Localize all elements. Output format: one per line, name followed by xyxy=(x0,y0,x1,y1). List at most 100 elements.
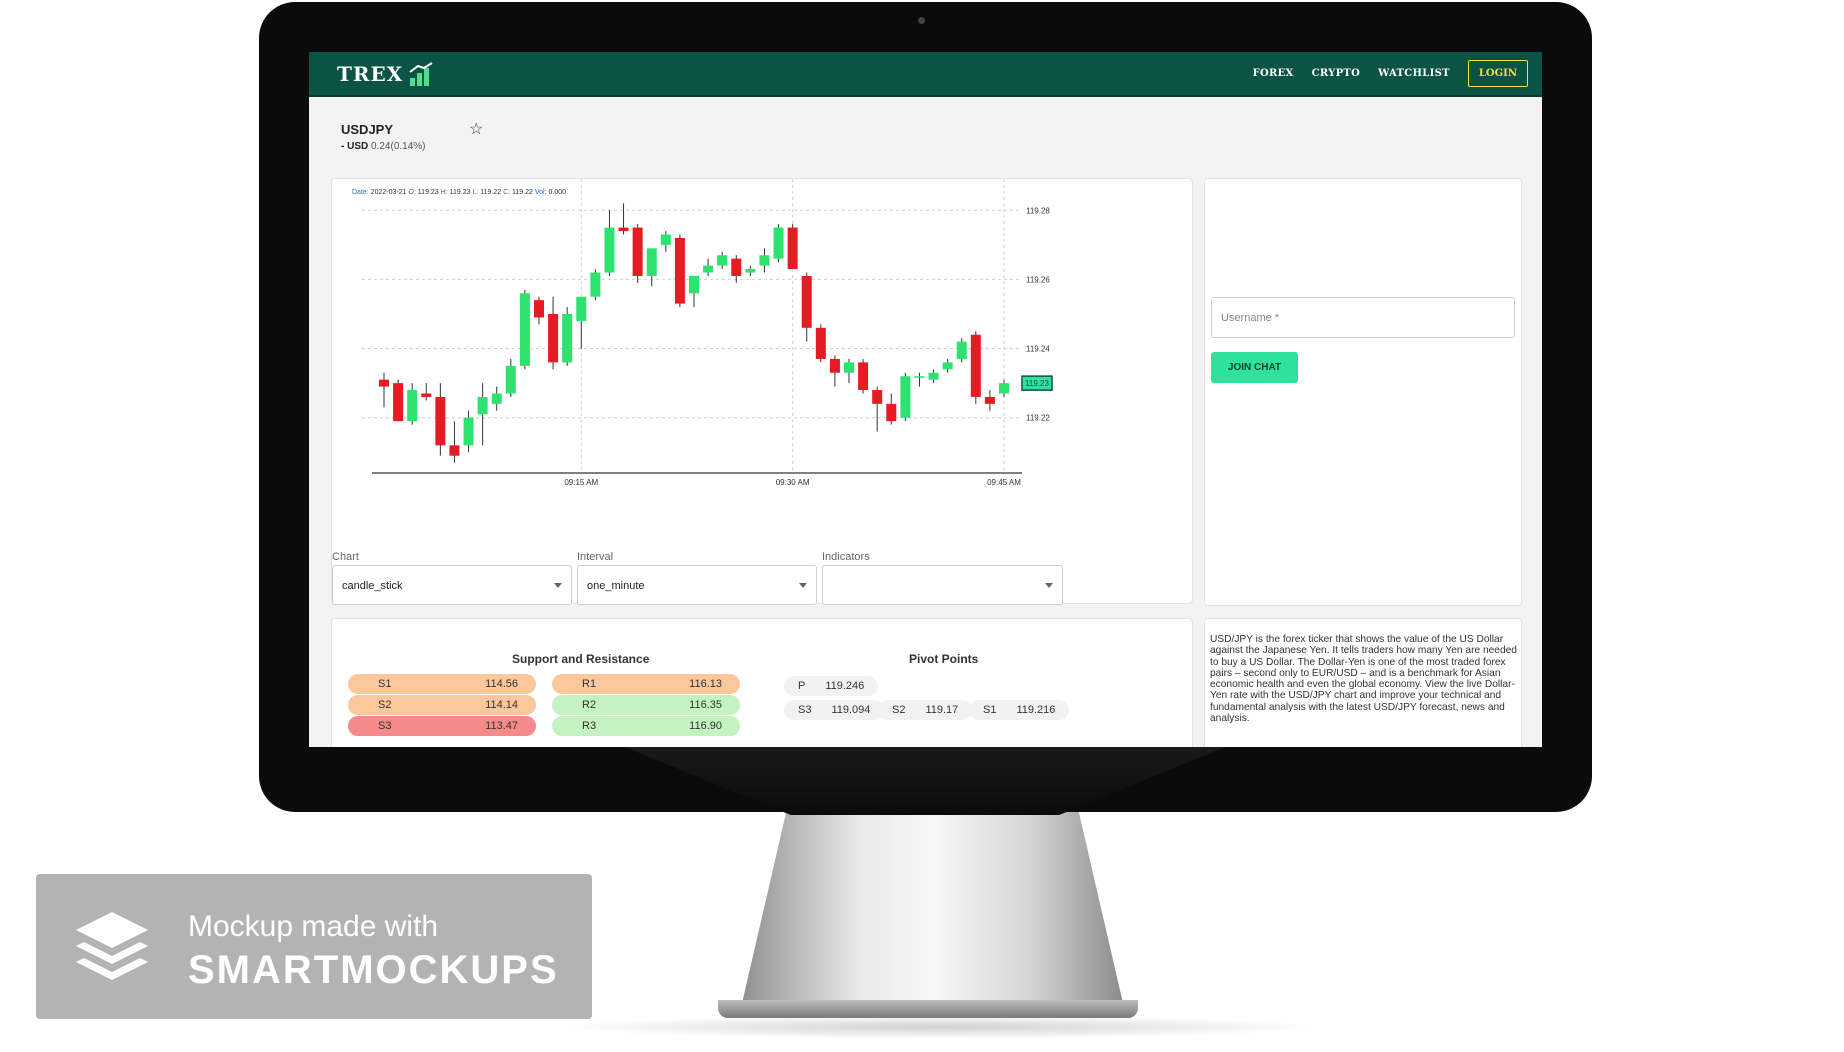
camera-icon xyxy=(918,17,925,24)
candle-body xyxy=(970,334,981,397)
candle-body xyxy=(759,255,770,266)
level-pill-s1: S1 114.56 xyxy=(348,674,536,694)
level-value: 114.14 xyxy=(485,699,518,711)
y-tick-label: 119.24 xyxy=(1026,345,1050,354)
candlestick-chart[interactable]: 119.28 119.26 119.24 119.22 09:15 AM 09:30 AM… xyxy=(332,179,1194,559)
candle-body xyxy=(646,248,657,276)
y-tick-label: 119.26 xyxy=(1026,275,1050,284)
level-value: 113.47 xyxy=(485,720,518,732)
candle-body xyxy=(548,313,559,363)
ticker-change: 0.24(0.14%) xyxy=(371,141,426,152)
candle-body xyxy=(801,275,812,328)
nav-watchlist-link[interactable]: WATCHLIST xyxy=(1378,68,1450,79)
interval-label: Interval xyxy=(577,551,614,563)
candle-body xyxy=(590,272,601,297)
chart-type-label: Chart xyxy=(332,551,359,563)
chat-card: Username * JOIN CHAT xyxy=(1204,178,1522,606)
candle-body xyxy=(491,393,502,404)
level-pill-r1: R1 116.13 xyxy=(552,674,740,694)
pivot-p-value: 119.246 xyxy=(825,680,865,692)
candle-body xyxy=(449,445,460,456)
chart-type-select[interactable]: candle_stick xyxy=(332,565,572,605)
level-value: 116.35 xyxy=(689,699,722,711)
candle-body xyxy=(731,258,742,276)
watchlist-star-icon[interactable]: ☆ xyxy=(469,119,483,139)
candle-body xyxy=(999,383,1009,394)
candle-body xyxy=(872,390,883,404)
dinosaur-chart-icon xyxy=(408,61,434,86)
candle-body xyxy=(674,237,685,304)
level-label: S1 xyxy=(378,678,392,690)
pivot-s3-label: S3 xyxy=(798,704,812,716)
pivot-s2-value: 119.17 xyxy=(925,704,959,716)
interval-value: one_minute xyxy=(587,580,645,592)
candle-body xyxy=(407,390,418,422)
candle-body xyxy=(914,376,925,378)
chevron-down-icon xyxy=(554,583,562,588)
candle-body xyxy=(984,396,995,404)
level-pill-s3: S3 113.47 xyxy=(348,716,536,736)
level-label: S2 xyxy=(378,699,392,711)
top-navbar: TREX FOREX CRYPTO WATCHLIST LOGIN xyxy=(309,52,1542,97)
candle-body xyxy=(618,227,629,232)
level-label: S3 xyxy=(378,720,392,732)
level-value: 116.13 xyxy=(689,678,722,690)
interval-select[interactable]: one_minute xyxy=(577,565,817,605)
candle-body xyxy=(928,372,939,380)
candle-body xyxy=(900,376,911,418)
candle-body xyxy=(844,362,854,373)
candle-body xyxy=(689,275,699,294)
level-pill-s2: S2 114.14 xyxy=(348,695,536,715)
level-label: R3 xyxy=(582,720,597,732)
level-value: 114.56 xyxy=(485,678,518,690)
candle-body xyxy=(534,300,544,318)
level-label: R2 xyxy=(582,699,597,711)
monitor-stand-base xyxy=(718,1000,1138,1018)
ticker-currency: USD xyxy=(347,141,369,152)
nav-links: FOREX CRYPTO WATCHLIST LOGIN xyxy=(1253,60,1528,87)
candle-body xyxy=(604,227,615,273)
candle-body xyxy=(393,383,404,422)
candle-body xyxy=(942,362,953,370)
chart-type-value: candle_stick xyxy=(342,580,403,592)
chevron-down-icon xyxy=(799,583,807,588)
nav-crypto-link[interactable]: CRYPTO xyxy=(1312,68,1361,79)
join-chat-button[interactable]: JOIN CHAT xyxy=(1211,352,1298,383)
candle-body xyxy=(576,296,587,321)
candle-body xyxy=(745,269,756,273)
pivot-s1-value: 119.216 xyxy=(1016,704,1056,716)
y-tick-label: 119.22 xyxy=(1026,414,1050,423)
candle-body xyxy=(773,227,784,259)
watermark-line2: SMARTMOCKUPS xyxy=(188,948,559,992)
ticker-prefix: - xyxy=(341,141,345,152)
pivot-s3: S3 119.094 xyxy=(784,700,885,720)
stand-shadow xyxy=(560,1015,1320,1039)
pivot-p-label: P xyxy=(798,680,806,692)
nav-forex-link[interactable]: FOREX xyxy=(1253,68,1294,79)
ticker-header: USDJPY - USD 0.24(0.14%) xyxy=(341,122,426,152)
candle-body xyxy=(463,417,474,446)
pivot-points-title: Pivot Points xyxy=(909,652,979,666)
x-tick-label: 09:30 AM xyxy=(776,478,810,487)
candle-body xyxy=(435,396,446,446)
trex-logo[interactable]: TREX xyxy=(337,62,434,86)
username-input[interactable]: Username * xyxy=(1211,297,1515,338)
logo-text: TREX xyxy=(337,61,404,86)
ticker-description: USD/JPY is the forex ticker that shows t… xyxy=(1210,634,1517,725)
ticker-symbol: USDJPY xyxy=(341,122,394,137)
candle-body xyxy=(632,227,643,276)
candle-body xyxy=(421,393,432,397)
indicators-select[interactable] xyxy=(822,565,1063,605)
level-label: R1 xyxy=(582,678,597,690)
level-pill-r3: R3 116.90 xyxy=(552,716,740,736)
ticker-change-line: - USD 0.24(0.14%) xyxy=(341,141,426,152)
pivot-s1: S1 119.216 xyxy=(969,700,1070,720)
smartmockups-watermark: Mockup made with SMARTMOCKUPS xyxy=(36,874,592,1019)
candle-body xyxy=(562,313,573,363)
candle-body xyxy=(815,327,826,359)
monitor-stand xyxy=(740,812,1125,1012)
candle-body xyxy=(858,362,869,391)
login-button[interactable]: LOGIN xyxy=(1467,60,1528,87)
candle-body xyxy=(703,265,714,273)
candle-body xyxy=(477,396,488,415)
